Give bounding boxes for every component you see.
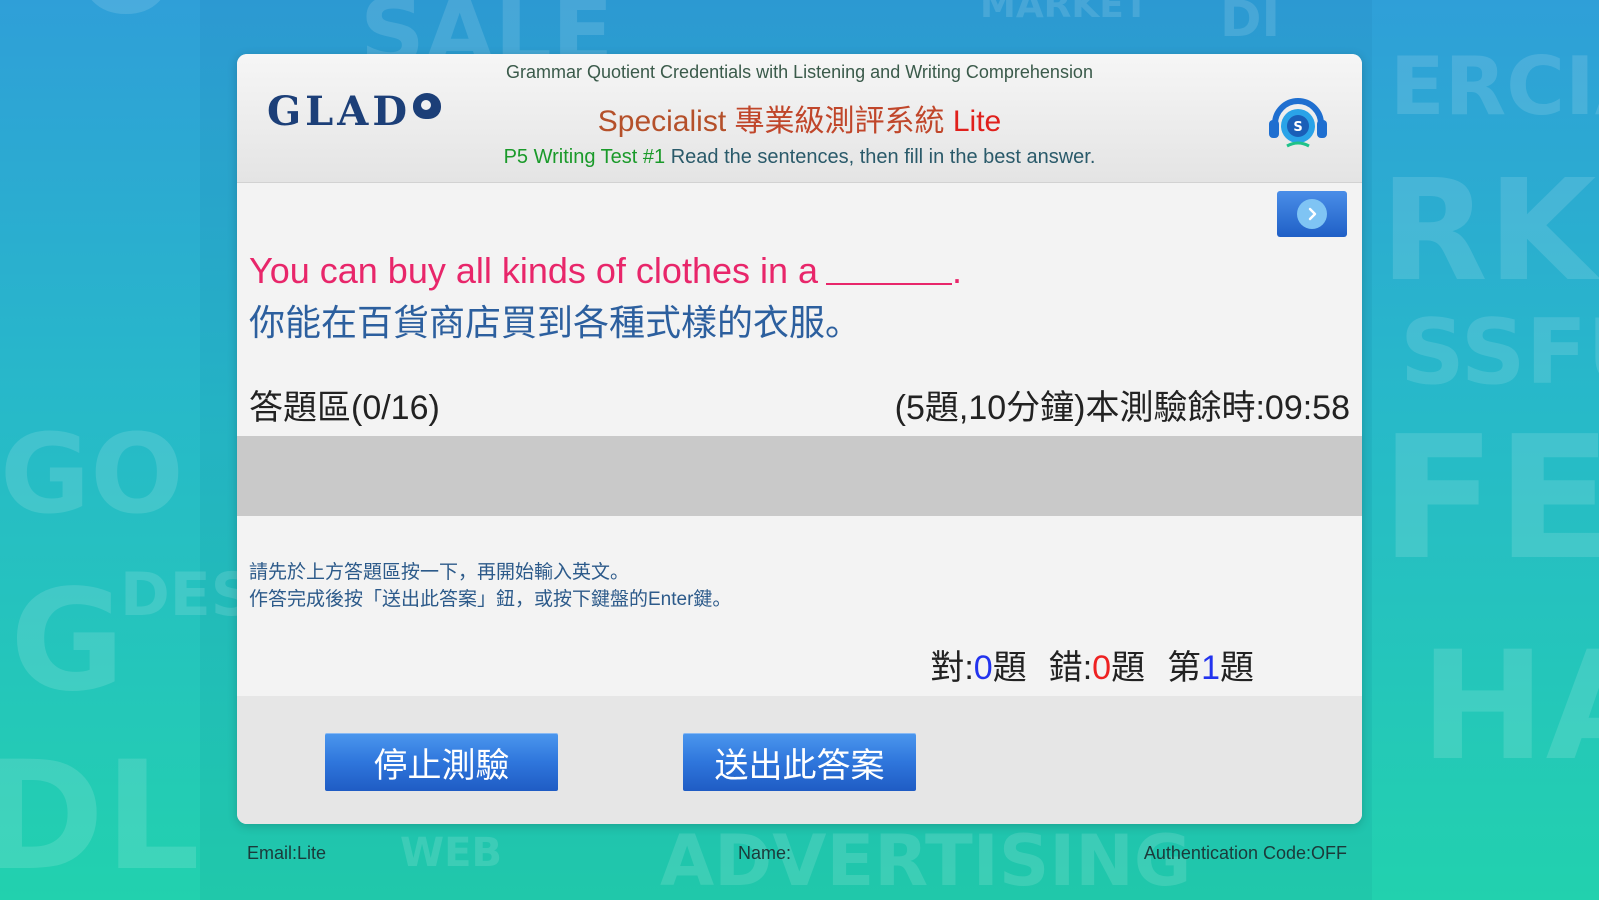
score-summary: 對:0題 錯:0題 第1題 bbox=[930, 649, 1254, 687]
instruction-text: Read the sentences, then fill in the bes… bbox=[670, 146, 1096, 168]
input-hint: 請先於上方答題區按一下，再開始輸入英文。 作答完成後按「送出此答案」鈕，或按下鍵… bbox=[249, 562, 732, 610]
test-panel: GLAD Grammar Quotient Credentials with L… bbox=[237, 54, 1362, 824]
correct-count: 0 bbox=[973, 649, 993, 687]
svg-text:S: S bbox=[1293, 120, 1302, 135]
header-title: Specialist 專業級測評系統 Lite bbox=[597, 105, 1002, 138]
header-subtitle: Grammar Quotient Credentials with Listen… bbox=[506, 62, 1093, 82]
headphones-icon[interactable]: S bbox=[1265, 90, 1331, 148]
header: GLAD Grammar Quotient Credentials with L… bbox=[237, 54, 1362, 183]
auth-code-info: Authentication Code:OFF bbox=[1143, 843, 1347, 863]
answer-area-label: 答題區(0/16) bbox=[249, 389, 440, 427]
test-instruction: P5 Writing Test #1 Read the sentences, t… bbox=[237, 146, 1362, 169]
question-english: You can buy all kinds of clothes in a. bbox=[249, 250, 963, 291]
test-name: P5 Writing Test #1 bbox=[503, 146, 671, 168]
chevron-right-icon bbox=[1297, 199, 1327, 229]
question-chinese: 你能在百貨商店買到各種式樣的衣服。 bbox=[249, 302, 862, 343]
answer-input[interactable] bbox=[237, 436, 1362, 516]
time-remaining: (5題,10分鐘)本測驗餘時:09:58 bbox=[894, 389, 1350, 427]
submit-answer-button[interactable]: 送出此答案 bbox=[683, 733, 916, 791]
name-info: Name: bbox=[738, 843, 792, 863]
question-number: 1 bbox=[1201, 649, 1220, 687]
email-info: Email:Lite bbox=[247, 843, 327, 863]
next-question-button[interactable] bbox=[1277, 191, 1347, 237]
answer-blank bbox=[826, 253, 953, 285]
stop-test-button[interactable]: 停止測驗 bbox=[325, 733, 558, 791]
wrong-count: 0 bbox=[1092, 649, 1112, 687]
